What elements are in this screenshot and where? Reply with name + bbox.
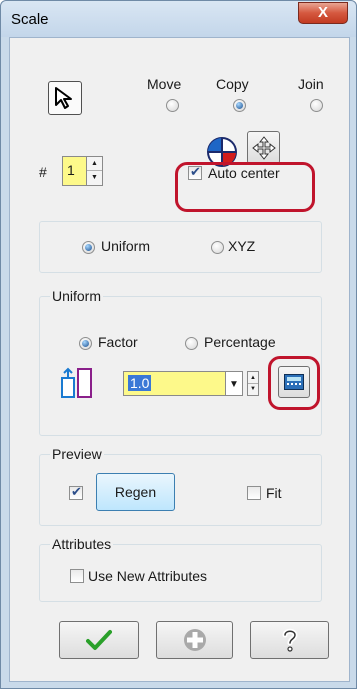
count-label: #	[39, 164, 47, 180]
use-new-attributes-label: Use New Attributes	[88, 568, 208, 584]
factor-spinner[interactable]: ▲ ▼	[247, 371, 259, 396]
radio-copy[interactable]	[233, 99, 246, 112]
auto-center-label: Auto center	[208, 165, 280, 181]
radio-percentage[interactable]	[185, 337, 198, 350]
preview-group-title: Preview	[50, 446, 104, 462]
spin-up-button[interactable]: ▲	[87, 157, 102, 171]
radio-factor[interactable]	[79, 337, 92, 350]
count-input[interactable]: 1	[62, 156, 86, 186]
calculator-icon	[284, 374, 304, 390]
radio-uniform-label: Uniform	[101, 238, 151, 254]
mode-label-join: Join	[298, 76, 324, 92]
title-bar: Scale X	[1, 1, 356, 37]
plus-circle-icon	[183, 629, 206, 651]
count-value: 1	[67, 162, 75, 178]
radio-uniform[interactable]	[82, 241, 95, 254]
uniform-group-title: Uniform	[50, 288, 104, 304]
factor-value: 1.0	[128, 375, 152, 391]
question-mark-icon	[282, 628, 298, 652]
radio-factor-label: Factor	[98, 334, 138, 350]
select-entities-button[interactable]	[48, 81, 82, 115]
use-new-attributes-checkbox[interactable]	[70, 569, 84, 583]
factor-spin-down[interactable]: ▼	[248, 384, 258, 395]
close-button[interactable]: X	[298, 2, 348, 24]
apply-button[interactable]	[156, 621, 233, 659]
checkmark-icon	[86, 630, 112, 650]
move-arrows-icon	[251, 135, 276, 160]
calculator-button[interactable]	[278, 366, 310, 398]
radio-move[interactable]	[166, 99, 179, 112]
radio-xyz[interactable]	[211, 241, 224, 254]
dialog-body: Move Copy Join # 1 ▲ ▼ Au	[9, 37, 350, 682]
regen-button[interactable]: Regen	[96, 473, 175, 511]
count-spinner[interactable]: ▲ ▼	[86, 156, 103, 186]
radio-xyz-label: XYZ	[228, 238, 256, 254]
cursor-arrow-icon	[55, 87, 72, 109]
window-title: Scale	[11, 11, 49, 28]
factor-input[interactable]: 1.0	[123, 371, 226, 396]
regen-button-label: Regen	[114, 484, 157, 500]
help-button[interactable]	[250, 621, 329, 659]
regen-checkbox[interactable]	[69, 484, 83, 500]
factor-spin-up[interactable]: ▲	[248, 372, 258, 384]
auto-center-checkbox[interactable]	[188, 164, 202, 180]
ok-button[interactable]	[59, 621, 139, 659]
radio-percentage-label: Percentage	[204, 334, 276, 350]
spin-down-button[interactable]: ▼	[87, 171, 102, 185]
factor-dropdown-button[interactable]: ▼	[226, 371, 243, 396]
mode-label-move: Move	[147, 76, 182, 92]
attributes-group-title: Attributes	[50, 536, 114, 552]
scale-shape-icon	[61, 367, 92, 398]
move-center-button[interactable]	[247, 131, 280, 164]
mode-label-copy: Copy	[216, 76, 249, 92]
scale-dialog: Scale X Move Copy Join # 1 ▲ ▼ ✔ Auto ce…	[0, 0, 357, 689]
radio-join[interactable]	[310, 99, 323, 112]
fit-label: Fit	[266, 485, 282, 501]
fit-checkbox[interactable]	[247, 486, 261, 500]
